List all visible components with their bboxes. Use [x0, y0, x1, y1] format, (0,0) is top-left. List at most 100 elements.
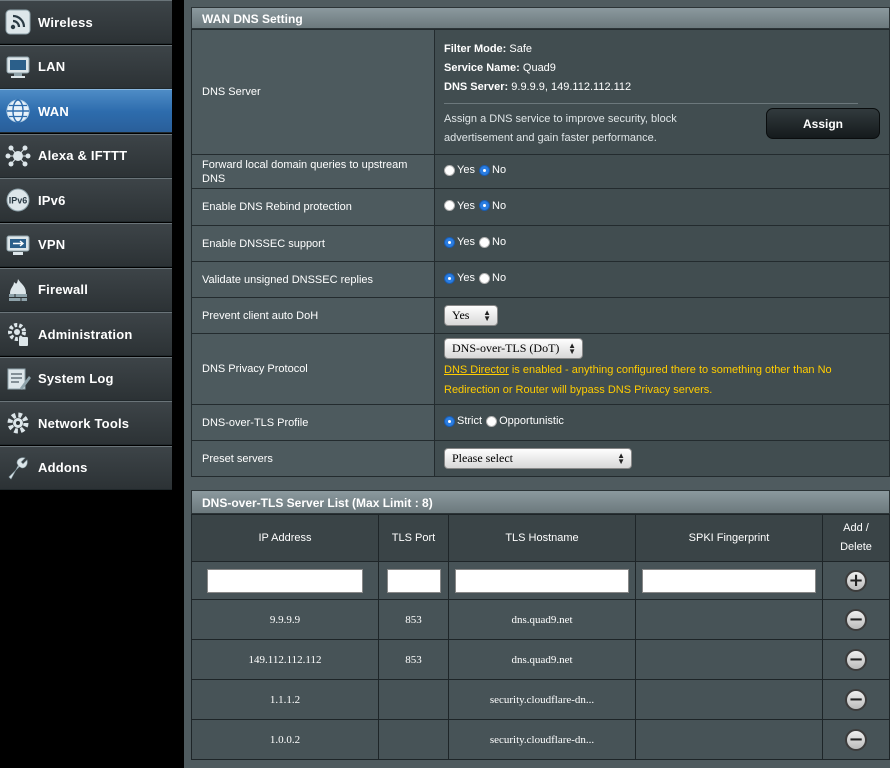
sidebar-item-alexa-ifttt[interactable]: Alexa & IFTTT [0, 133, 172, 178]
row-spki [635, 679, 823, 720]
privacy-warning: DNS Director is enabled - anything confi… [444, 364, 832, 396]
table-row: 1.0.0.2 security.cloudflare-dn... − [191, 719, 890, 760]
new-host-cell [448, 561, 636, 600]
sidebar-item-lan[interactable]: LAN [0, 44, 172, 89]
wan-dns-title: WAN DNS Setting [191, 7, 890, 29]
assign-button[interactable]: Assign [766, 108, 880, 139]
dns-server-addresses: DNS Server: 9.9.9.9, 149.112.112.112 [444, 81, 632, 93]
forward-local-label: Forward local domain queries to upstream… [191, 154, 435, 189]
dot-profile-label: DNS-over-TLS Profile [191, 404, 435, 441]
sidebar-item-label: Wireless [38, 14, 93, 30]
sidebar-item-label: Addons [38, 460, 88, 476]
sidebar-item-vpn[interactable]: VPN [0, 222, 172, 267]
updown-arrow-icon: ▲ ▼ [617, 450, 625, 466]
privacy-protocol-select[interactable]: DNS-over-TLS (DoT) ▲ ▼ [444, 338, 583, 359]
forward-local-no-radio[interactable]: No [479, 164, 506, 176]
sidebar-item-ipv6[interactable]: IPv6 IPv6 [0, 178, 172, 223]
delete-server-button[interactable]: − [845, 688, 867, 711]
sidebar-item-network-tools[interactable]: Network Tools [0, 401, 172, 446]
row-ip: 1.0.0.2 [191, 719, 379, 760]
row-host: security.cloudflare-dn... [448, 719, 636, 760]
wan-dns-panel: WAN DNS Setting DNS Server Filter Mode: … [191, 7, 890, 477]
row-port [378, 679, 449, 720]
preset-label: Preset servers [191, 440, 435, 477]
row-host: dns.quad9.net [448, 639, 636, 680]
sidebar-item-label: Alexa & IFTTT [38, 148, 128, 164]
row-ip: 1.1.1.2 [191, 679, 379, 720]
tls-port-input[interactable] [386, 568, 441, 593]
sidebar-item-label: VPN [38, 237, 66, 253]
row-ip: 149.112.112.112 [191, 639, 379, 680]
col-tls-port: TLS Port [378, 514, 449, 562]
delete-server-button[interactable]: − [845, 608, 867, 631]
doh-cell: Yes ▲ ▼ [434, 297, 890, 334]
sidebar-item-addons[interactable]: Addons [0, 445, 172, 490]
preset-cell: Please select ▲ ▼ [434, 440, 890, 477]
col-tls-hostname: TLS Hostname [448, 514, 636, 562]
tls-hostname-input[interactable] [455, 568, 629, 593]
rebind-no-radio[interactable]: No [479, 200, 506, 212]
alexa-icon [0, 138, 36, 174]
wireless-icon [0, 4, 36, 40]
dnssec-yes-radio[interactable]: Yes [444, 236, 475, 248]
minus-icon: − [848, 728, 864, 750]
dns-server-label: DNS Server [191, 29, 435, 155]
spki-fingerprint-input[interactable] [642, 568, 816, 593]
validate-label: Validate unsigned DNSSEC replies [191, 261, 435, 298]
main-content: WAN DNS Setting DNS Server Filter Mode: … [184, 0, 890, 768]
firewall-icon [0, 272, 36, 308]
sidebar-item-system-log[interactable]: System Log [0, 356, 172, 401]
forward-local-radios: Yes No [434, 154, 890, 189]
lan-icon [0, 49, 36, 85]
delete-server-button[interactable]: − [845, 728, 867, 751]
minus-icon: − [848, 648, 864, 670]
updown-arrow-icon: ▲ ▼ [568, 340, 576, 356]
sidebar-item-wireless[interactable]: Wireless [0, 0, 172, 44]
service-name: Service Name: Quad9 [444, 62, 556, 74]
wan-dns-table: DNS Server Filter Mode: Safe Service Nam… [191, 29, 890, 477]
server-list-table: IP Address TLS Port TLS Hostname SPKI Fi… [191, 514, 890, 760]
delete-server-button[interactable]: − [845, 648, 867, 671]
row-ip: 9.9.9.9 [191, 599, 379, 640]
vpn-icon [0, 227, 36, 263]
sidebar-item-wan[interactable]: WAN [0, 89, 172, 134]
table-row: 9.9.9.9 853 dns.quad9.net − [191, 599, 890, 640]
globe-icon [0, 93, 36, 129]
forward-local-yes-radio[interactable]: Yes [444, 164, 475, 176]
server-list-title: DNS-over-TLS Server List (Max Limit : 8) [191, 490, 890, 514]
rebind-yes-radio[interactable]: Yes [444, 200, 475, 212]
addons-icon [0, 450, 36, 486]
sidebar-item-label: Administration [38, 326, 133, 342]
rebind-radios: Yes No [434, 188, 890, 226]
row-host: security.cloudflare-dn... [448, 679, 636, 720]
add-cell: + [822, 561, 890, 600]
sidebar-item-administration[interactable]: Administration [0, 312, 172, 357]
updown-arrow-icon: ▲ ▼ [483, 307, 491, 323]
preset-servers-select[interactable]: Please select ▲ ▼ [444, 448, 632, 469]
add-server-button[interactable]: + [845, 569, 867, 592]
dot-profile-radios: Strict Opportunistic [434, 404, 890, 441]
validate-no-radio[interactable]: No [479, 272, 506, 284]
sidebar-item-firewall[interactable]: Firewall [0, 267, 172, 312]
row-spki [635, 719, 823, 760]
rebind-label: Enable DNS Rebind protection [191, 188, 435, 226]
row-port [378, 719, 449, 760]
delete-cell: − [822, 639, 890, 680]
doh-select[interactable]: Yes ▲ ▼ [444, 305, 498, 326]
table-row: 149.112.112.112 853 dns.quad9.net − [191, 639, 890, 680]
validate-yes-radio[interactable]: Yes [444, 272, 475, 284]
new-ip-cell [191, 561, 379, 600]
opportunistic-radio[interactable]: Opportunistic [486, 415, 564, 427]
col-ip-address: IP Address [191, 514, 379, 562]
dns-director-link[interactable]: DNS Director [444, 364, 509, 376]
ip-address-input[interactable] [207, 568, 363, 593]
dnssec-label: Enable DNSSEC support [191, 225, 435, 262]
dnssec-no-radio[interactable]: No [479, 236, 506, 248]
row-spki [635, 599, 823, 640]
minus-icon: − [848, 688, 864, 710]
delete-cell: − [822, 679, 890, 720]
plus-icon: + [848, 569, 864, 591]
table-row: 1.1.1.2 security.cloudflare-dn... − [191, 679, 890, 720]
strict-radio[interactable]: Strict [444, 415, 482, 427]
divider [444, 103, 858, 104]
